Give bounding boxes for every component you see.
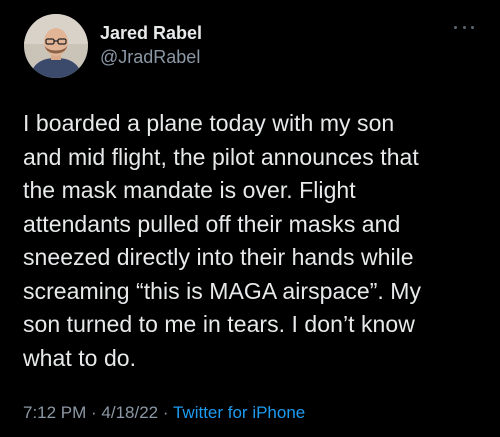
author-handle[interactable]: @JradRabel: [100, 45, 202, 69]
tweet-header: Jared Rabel @JradRabel: [24, 14, 202, 78]
meta-separator: ·: [158, 403, 173, 422]
more-horizontal-icon-dot: [471, 25, 474, 29]
tweet-text-line: attendants pulled off their masks and: [23, 210, 401, 237]
avatar-image: [24, 14, 88, 78]
tweet-text-line: the mask mandate is over. Flight: [23, 177, 356, 203]
author-display-name[interactable]: Jared Rabel: [100, 21, 202, 45]
avatar[interactable]: [24, 14, 88, 78]
more-options-button[interactable]: [454, 22, 474, 32]
tweet-text-line: and mid flight, the pilot announces that: [23, 143, 419, 170]
meta-separator: ·: [86, 403, 102, 422]
more-horizontal-icon-dot: [462, 25, 466, 29]
tweet-text-line: son turned to me in tears. I don’t know: [23, 311, 415, 337]
tweet-card: Jared Rabel @JradRabel I boarded a plane…: [0, 0, 500, 437]
tweet-date[interactable]: 4/18/22: [101, 403, 158, 422]
tweet-text-line: screaming “this is MAGA airspace”. My: [23, 277, 422, 304]
tweet-time[interactable]: 7:12 PM: [23, 403, 86, 422]
tweet-text-line: what to do.: [23, 344, 137, 371]
tweet-text-line: I boarded a plane today with my son: [23, 110, 395, 136]
author-names: Jared Rabel @JradRabel: [100, 21, 202, 69]
more-horizontal-icon-dot: [454, 25, 457, 29]
tweet-source-link[interactable]: Twitter for iPhone: [173, 403, 305, 422]
tweet-text: I boarded a plane today with my son and …: [23, 107, 493, 375]
tweet-text-line: sneezed directly into their hands while: [23, 244, 414, 270]
tweet-metadata: 7:12 PM · 4/18/22 · Twitter for iPhone: [23, 403, 305, 423]
